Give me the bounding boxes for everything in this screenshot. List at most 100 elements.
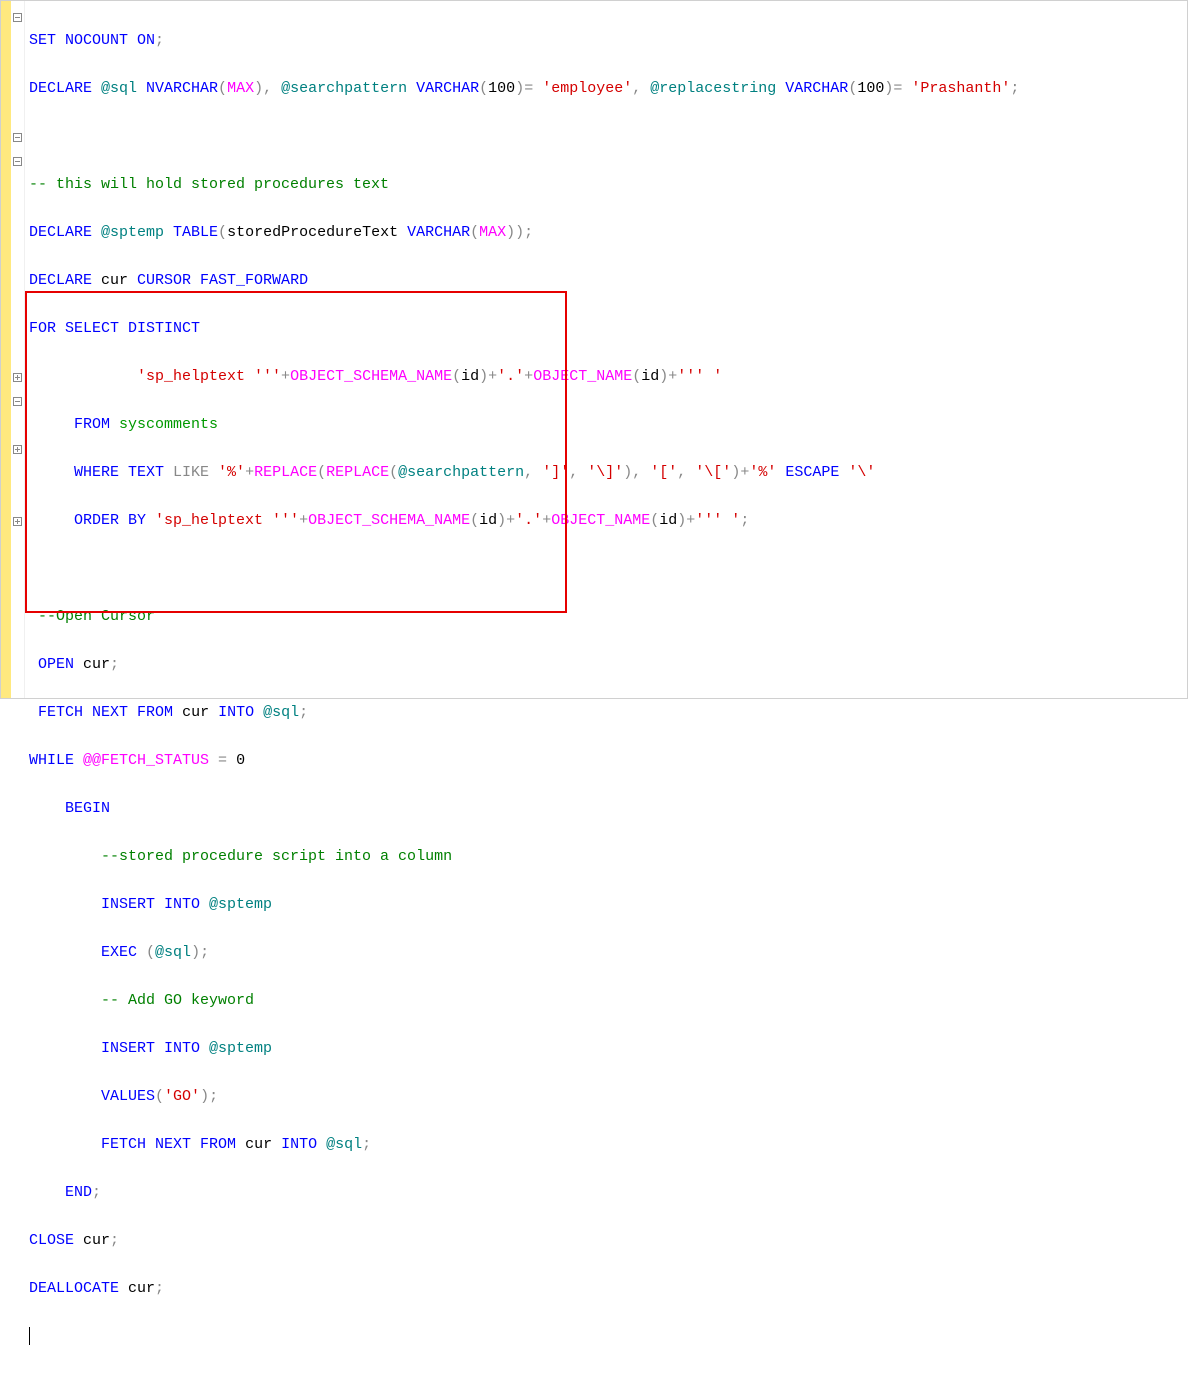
- code-token: OBJECT_SCHEMA_NAME: [290, 368, 452, 385]
- code-token: (: [218, 80, 227, 97]
- code-token: OPEN: [38, 656, 74, 673]
- code-token: FROM: [128, 704, 173, 721]
- code-token: ): [623, 464, 632, 481]
- code-comment: --Open Cursor: [38, 608, 155, 625]
- code-token: cur: [119, 1280, 155, 1297]
- code-token: +: [542, 512, 551, 529]
- code-token: BEGIN: [29, 800, 110, 817]
- code-token: FROM: [29, 416, 110, 433]
- code-token: ): [497, 512, 506, 529]
- code-comment: --stored procedure script into a column: [29, 848, 452, 865]
- code-token: +: [524, 368, 533, 385]
- code-token: id: [641, 368, 659, 385]
- code-token: 'GO': [164, 1088, 200, 1105]
- code-token: REPLACE: [326, 464, 389, 481]
- code-token: +: [686, 512, 695, 529]
- code-token: ESCAPE: [776, 464, 839, 481]
- code-token: +: [488, 368, 497, 385]
- code-token: cur: [74, 1232, 110, 1249]
- code-token: '.': [515, 512, 542, 529]
- code-token: ): [884, 80, 893, 97]
- code-token: INTO: [155, 1040, 200, 1057]
- code-token: CLOSE: [29, 1232, 74, 1249]
- code-token: TEXT: [119, 464, 164, 481]
- fold-toggle[interactable]: [13, 397, 22, 406]
- fold-toggle[interactable]: [13, 373, 22, 382]
- code-token: NOCOUNT: [56, 32, 128, 49]
- code-token: ''' ': [695, 512, 740, 529]
- code-token: DISTINCT: [119, 320, 200, 337]
- code-token: ON: [128, 32, 155, 49]
- code-token: LIKE: [164, 464, 209, 481]
- code-token: OBJECT_NAME: [551, 512, 650, 529]
- code-token: 'Prashanth': [902, 80, 1010, 97]
- code-token: TABLE: [164, 224, 218, 241]
- code-token: storedProcedureText: [227, 224, 398, 241]
- code-token: ): [191, 944, 200, 961]
- code-token: '\[': [686, 464, 731, 481]
- code-token: EXEC: [29, 944, 137, 961]
- text-cursor: [29, 1327, 30, 1345]
- code-token: cur: [92, 272, 128, 289]
- code-token: ): [659, 368, 668, 385]
- code-token: NEXT: [83, 704, 128, 721]
- fold-gutter: [11, 1, 25, 698]
- code-token: (: [479, 80, 488, 97]
- code-token: +: [245, 464, 254, 481]
- code-token: @sql: [317, 1136, 362, 1153]
- code-token: @sql: [254, 704, 299, 721]
- code-token: ,: [263, 80, 272, 97]
- code-token: ): [479, 368, 488, 385]
- code-token: ;: [110, 1232, 119, 1249]
- code-token: id: [461, 368, 479, 385]
- code-token: ): [677, 512, 686, 529]
- code-token: ;: [200, 944, 209, 961]
- code-token: FETCH: [29, 1136, 146, 1153]
- fold-toggle[interactable]: [13, 133, 22, 142]
- code-token: END: [29, 1184, 92, 1201]
- code-token: ,: [632, 464, 641, 481]
- code-token: ): [515, 80, 524, 97]
- code-token: (: [137, 944, 155, 961]
- code-token: +: [506, 512, 515, 529]
- fold-toggle[interactable]: [13, 157, 22, 166]
- code-token: +: [740, 464, 749, 481]
- code-token: cur: [173, 704, 209, 721]
- code-token: @@FETCH_STATUS: [74, 752, 209, 769]
- code-token: FROM: [191, 1136, 236, 1153]
- code-token: ']': [533, 464, 569, 481]
- code-token: VARCHAR: [776, 80, 848, 97]
- code-token: ;: [209, 1088, 218, 1105]
- fold-toggle[interactable]: [13, 13, 22, 22]
- code-token: ,: [677, 464, 686, 481]
- code-token: (: [848, 80, 857, 97]
- code-token: (: [452, 368, 461, 385]
- code-token: ''' ': [677, 368, 722, 385]
- code-area[interactable]: SET NOCOUNT ON; DECLARE @sql NVARCHAR(MA…: [25, 1, 1187, 698]
- code-token: INTO: [209, 704, 254, 721]
- code-token: '[': [641, 464, 677, 481]
- code-token: ,: [569, 464, 578, 481]
- code-token: ;: [362, 1136, 371, 1153]
- code-token: INTO: [155, 896, 200, 913]
- code-token: FETCH: [38, 704, 83, 721]
- code-token: INSERT: [29, 896, 155, 913]
- code-token: DECLARE: [29, 272, 92, 289]
- code-token: '\': [839, 464, 875, 481]
- code-token: (: [389, 464, 398, 481]
- fold-toggle[interactable]: [13, 445, 22, 454]
- code-comment: -- this will hold stored procedures text: [29, 176, 389, 193]
- code-token: CURSOR: [128, 272, 191, 289]
- fold-toggle[interactable]: [13, 517, 22, 526]
- code-token: ;: [155, 32, 164, 49]
- code-token: (: [317, 464, 326, 481]
- code-token: ;: [524, 224, 533, 241]
- code-token: SET: [29, 32, 56, 49]
- code-token: (: [218, 224, 227, 241]
- code-token: (: [470, 224, 479, 241]
- code-token: cur: [74, 656, 110, 673]
- code-token: ;: [740, 512, 749, 529]
- code-token: (: [650, 512, 659, 529]
- code-token: '%': [749, 464, 776, 481]
- code-token: =: [209, 752, 227, 769]
